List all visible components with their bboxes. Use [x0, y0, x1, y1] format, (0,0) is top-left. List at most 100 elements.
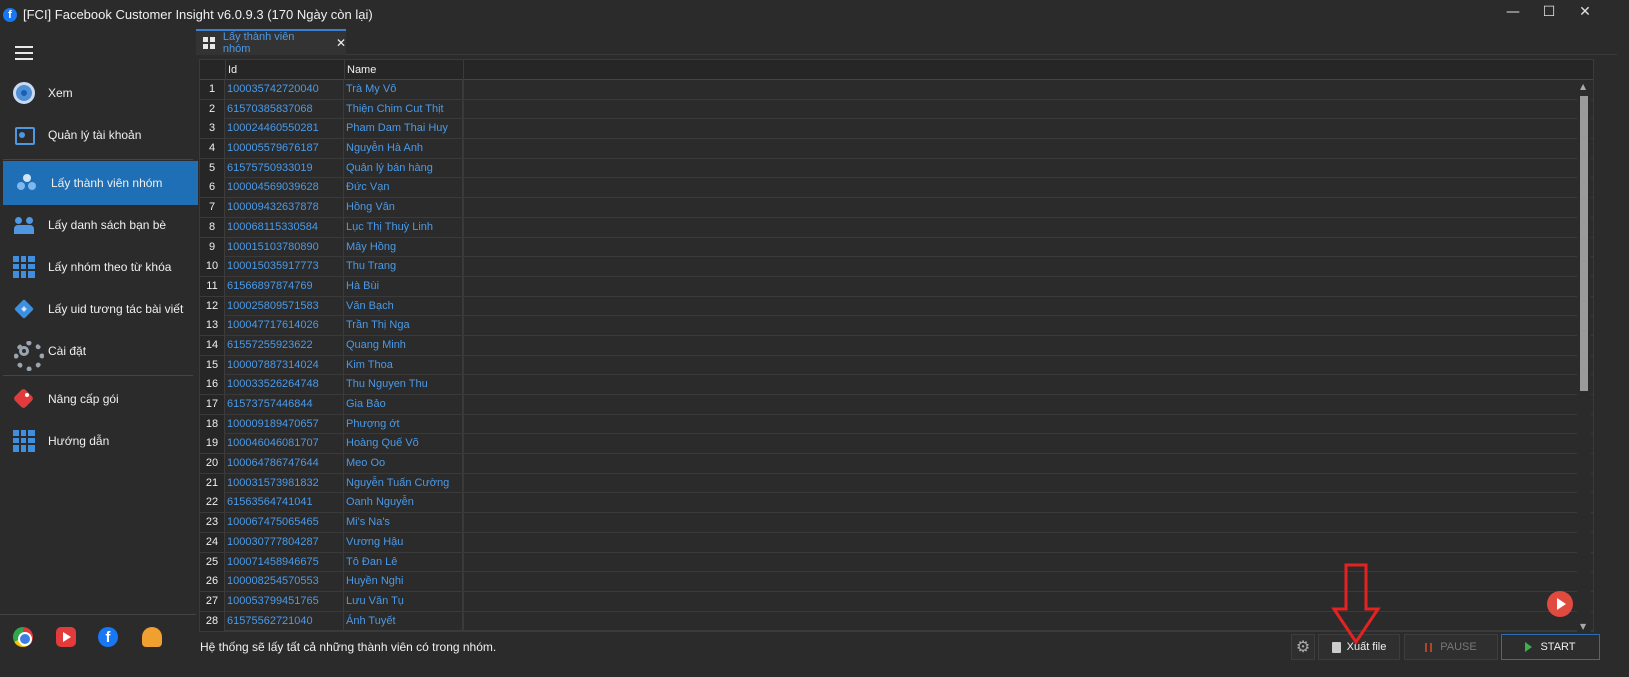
cell-name[interactable]: Hồng Vân — [345, 198, 463, 218]
cell-id[interactable]: 61575562721040 — [226, 611, 344, 631]
cell-name[interactable]: Mi's Na's — [345, 513, 463, 533]
table-row[interactable]: 28 61575562721040 Ánh Tuyết — [200, 611, 1593, 631]
cell-id[interactable]: 100015103780890 — [226, 237, 344, 257]
minimize-button[interactable]: — — [1495, 0, 1531, 24]
sidebar-item-settings[interactable]: Cài đặt — [0, 329, 196, 373]
cell-name[interactable]: Thu Trang — [345, 257, 463, 277]
cell-id[interactable]: 100004569039628 — [226, 178, 344, 198]
pause-button[interactable]: PAUSE — [1404, 634, 1498, 660]
youtube-icon[interactable] — [56, 627, 76, 647]
sidebar-item-groups-by-keyword[interactable]: Lấy nhóm theo từ khóa — [0, 245, 196, 289]
cell-id[interactable]: 100031573981832 — [226, 473, 344, 493]
settings-gear-button[interactable]: ⚙ — [1291, 634, 1315, 660]
table-row[interactable]: 5 61575750933019 Quản lý bán hàng — [200, 158, 1593, 179]
start-button[interactable]: START — [1501, 634, 1600, 660]
cell-name[interactable]: Thu Nguyen Thu — [345, 375, 463, 395]
cell-name[interactable]: Văn Bạch — [345, 296, 463, 316]
cell-id[interactable]: 100035742720040 — [226, 80, 344, 99]
tab-group-members[interactable]: Lấy thành viên nhóm ✕ — [196, 29, 346, 55]
cell-name[interactable]: Trà My Võ — [345, 80, 463, 99]
cell-name[interactable]: Mây Hồng — [345, 237, 463, 257]
cell-id[interactable]: 61573757446844 — [226, 395, 344, 414]
cell-id[interactable]: 100009189470657 — [226, 414, 344, 434]
sidebar-item-post-interactions[interactable]: Lấy uid tương tác bài viết — [0, 287, 196, 331]
cell-name[interactable]: Nguyễn Hà Anh — [345, 139, 463, 159]
table-row[interactable]: 8 100068115330584 Lục Thị Thuỳ Linh — [200, 217, 1593, 238]
cell-id[interactable]: 100053799451765 — [226, 591, 344, 611]
column-header-name[interactable]: Name — [345, 60, 464, 80]
cell-id[interactable]: 100033526264748 — [226, 375, 344, 395]
cell-name[interactable]: Vương Hậu — [345, 532, 463, 552]
facebook-icon[interactable]: f — [98, 627, 118, 647]
cell-name[interactable]: Oanh Nguyễn — [345, 493, 463, 513]
scrollbar-thumb[interactable] — [1580, 96, 1588, 391]
cell-id[interactable]: 61570385837068 — [226, 99, 344, 119]
cell-name[interactable]: Thiện Chim Cut Thịt — [345, 99, 463, 119]
cell-id[interactable]: 100007887314024 — [226, 355, 344, 375]
cell-name[interactable]: Kim Thoa — [345, 355, 463, 375]
hamburger-icon[interactable] — [15, 46, 33, 60]
table-row[interactable]: 9 100015103780890 Mây Hồng — [200, 237, 1593, 258]
cell-id[interactable]: 100008254570553 — [226, 572, 344, 592]
cell-id[interactable]: 61557255923622 — [226, 335, 344, 355]
cell-id[interactable]: 100064786747644 — [226, 454, 344, 474]
table-row[interactable]: 17 61573757446844 Gia Bảo — [200, 395, 1593, 415]
table-row[interactable]: 18 100009189470657 Phượng ớt — [200, 414, 1593, 435]
cell-id[interactable]: 100030777804287 — [226, 532, 344, 552]
cell-id[interactable]: 61575750933019 — [226, 158, 344, 178]
table-row[interactable]: 10 100015035917773 Thu Trang — [200, 257, 1593, 277]
cell-id[interactable]: 61563564741041 — [226, 493, 344, 513]
sidebar-item-xem[interactable]: Xem — [0, 71, 196, 115]
cell-name[interactable]: Hoàng Quế Võ — [345, 434, 463, 454]
table-row[interactable]: 14 61557255923622 Quang Minh — [200, 335, 1593, 356]
table-row[interactable]: 6 100004569039628 Đức Vạn — [200, 178, 1593, 199]
cell-name[interactable]: Tô Đan Lê — [345, 552, 463, 572]
table-row[interactable]: 23 100067475065465 Mi's Na's — [200, 513, 1593, 533]
play-tutorial-icon[interactable] — [1547, 591, 1573, 617]
table-row[interactable]: 25 100071458946675 Tô Đan Lê — [200, 552, 1593, 573]
cell-id[interactable]: 100046046081707 — [226, 434, 344, 454]
table-row[interactable]: 3 100024460550281 Pham Dam Thai Huy — [200, 119, 1593, 140]
cell-name[interactable]: Huyền Nghi — [345, 572, 463, 592]
tab-close-icon[interactable]: ✕ — [336, 36, 346, 50]
cell-name[interactable]: Lưu Văn Tụ — [345, 591, 463, 611]
cell-id[interactable]: 100071458946675 — [226, 552, 344, 572]
table-row[interactable]: 15 100007887314024 Kim Thoa — [200, 355, 1593, 376]
scroll-up-icon[interactable]: ▲ — [1580, 82, 1586, 91]
cell-id[interactable]: 100067475065465 — [226, 513, 344, 533]
table-row[interactable]: 2 61570385837068 Thiện Chim Cut Thịt — [200, 99, 1593, 120]
cell-id[interactable]: 100005579676187 — [226, 139, 344, 159]
scroll-down-icon[interactable]: ▼ — [1580, 622, 1586, 631]
cell-id[interactable]: 100047717614026 — [226, 316, 344, 336]
sidebar-item-upgrade[interactable]: Nâng cấp gói — [0, 377, 196, 421]
chrome-icon[interactable] — [13, 627, 33, 647]
sidebar-item-friends-list[interactable]: Lấy danh sách bạn bè — [0, 203, 196, 247]
sidebar-item-account-manager[interactable]: Quản lý tài khoản — [0, 113, 196, 157]
table-row[interactable]: 1 100035742720040 Trà My Võ — [200, 80, 1593, 100]
cell-id[interactable]: 61566897874769 — [226, 276, 344, 296]
table-row[interactable]: 16 100033526264748 Thu Nguyen Thu — [200, 375, 1593, 395]
cell-name[interactable]: Hà Bùi — [345, 276, 463, 296]
maximize-button[interactable]: ☐ — [1531, 0, 1567, 24]
cell-id[interactable]: 100009432637878 — [226, 198, 344, 218]
table-row[interactable]: 13 100047717614026 Trần Thị Nga — [200, 316, 1593, 336]
cell-name[interactable]: Phượng ớt — [345, 414, 463, 434]
sidebar-item-group-members[interactable]: Lấy thành viên nhóm — [3, 161, 198, 205]
table-row[interactable]: 26 100008254570553 Huyền Nghi — [200, 572, 1593, 592]
table-row[interactable]: 11 61566897874769 Hà Bùi — [200, 276, 1593, 297]
cell-name[interactable]: Gia Bảo — [345, 395, 463, 414]
table-row[interactable]: 4 100005579676187 Nguyễn Hà Anh — [200, 139, 1593, 159]
cell-id[interactable]: 100015035917773 — [226, 257, 344, 277]
cell-name[interactable]: Quang Minh — [345, 335, 463, 355]
support-icon[interactable] — [142, 627, 162, 647]
cell-name[interactable]: Meo Oo — [345, 454, 463, 474]
table-row[interactable]: 21 100031573981832 Nguyễn Tuấn Cường — [200, 473, 1593, 494]
table-row[interactable]: 19 100046046081707 Hoàng Quế Võ — [200, 434, 1593, 455]
table-row[interactable]: 20 100064786747644 Meo Oo — [200, 454, 1593, 474]
vertical-scrollbar[interactable]: ▲ ▼ — [1577, 80, 1591, 633]
cell-id[interactable]: 100068115330584 — [226, 217, 344, 237]
cell-name[interactable]: Nguyễn Tuấn Cường — [345, 473, 463, 493]
cell-name[interactable]: Ánh Tuyết — [345, 611, 463, 631]
cell-name[interactable]: Đức Vạn — [345, 178, 463, 198]
cell-name[interactable]: Trần Thị Nga — [345, 316, 463, 336]
